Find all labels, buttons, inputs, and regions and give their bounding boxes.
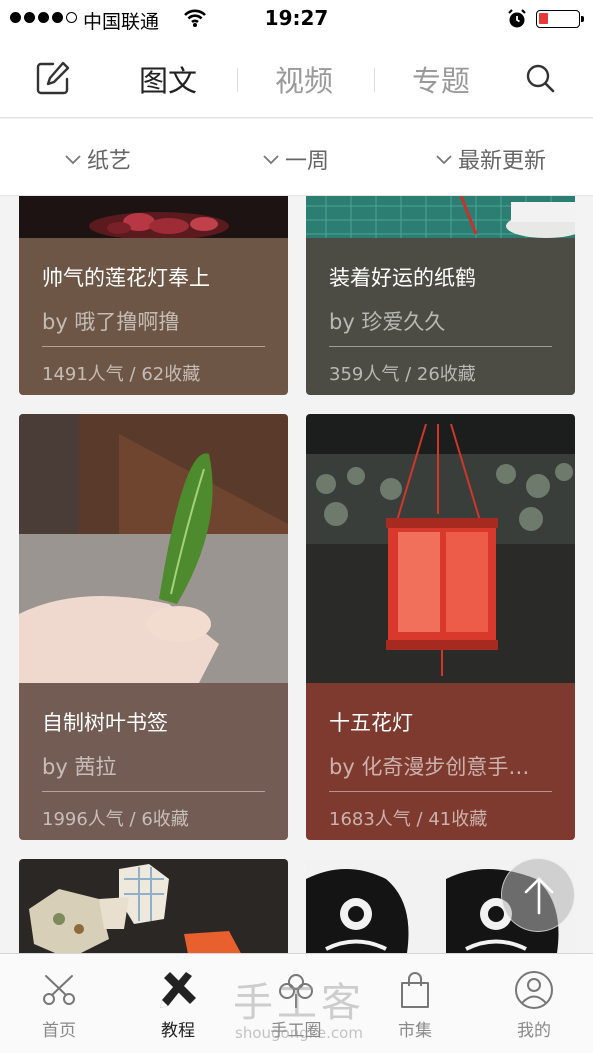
filter-period[interactable]: 一周 xyxy=(261,143,329,175)
card-title: 装着好运的纸鹤 xyxy=(329,266,476,290)
filter-period-label: 一周 xyxy=(285,149,330,174)
card-stats: 1683人气 / 41收藏 xyxy=(329,809,488,830)
scroll-top-button[interactable] xyxy=(501,858,575,932)
tutorial-card[interactable] xyxy=(19,859,288,953)
tabbar-item-tutorials[interactable]: 教程 xyxy=(119,954,237,1053)
card-title: 帅气的莲花灯奉上 xyxy=(42,266,210,290)
card-author: by 茜拉 xyxy=(42,755,117,779)
status-time: 19:27 xyxy=(264,6,329,30)
card-author: by 化奇漫步创意手… xyxy=(329,755,530,779)
card-author: by 珍爱久久 xyxy=(329,310,446,334)
card-photo xyxy=(19,196,288,238)
card-divider xyxy=(329,346,552,347)
tabbar-label: 我的 xyxy=(517,1021,551,1041)
card-divider xyxy=(329,791,552,792)
card-photo xyxy=(19,859,288,953)
pencil-ruler-icon xyxy=(160,972,196,1008)
tab-video[interactable]: 视频 xyxy=(275,58,333,100)
status-bar: 中国联通 19:27 xyxy=(0,0,593,40)
card-info: 装着好运的纸鹤 by 珍爱久久 359人气 / 26收藏 xyxy=(306,238,575,395)
tabbar-label: 教程 xyxy=(161,1021,195,1041)
tab-divider xyxy=(237,68,238,92)
chevron-down-icon xyxy=(65,155,81,165)
tabbar-item-circle[interactable]: 手工圈 xyxy=(237,954,355,1053)
arrow-up-icon xyxy=(524,877,554,915)
scissors-icon xyxy=(43,975,75,1005)
card-info: 帅气的莲花灯奉上 by 哦了撸啊撸 1491人气 / 62收藏 xyxy=(19,238,288,395)
tabbar-item-me[interactable]: 我的 xyxy=(475,954,593,1053)
tabbar-item-home[interactable]: 首页 xyxy=(0,954,118,1053)
tabbar-label: 手工圈 xyxy=(270,1021,322,1041)
tutorial-card[interactable]: 自制树叶书签 by 茜拉 1996人气 / 6收藏 xyxy=(19,414,288,840)
edit-icon[interactable] xyxy=(35,60,71,96)
filter-category[interactable]: 纸艺 xyxy=(63,143,131,175)
shopping-bag-icon xyxy=(401,972,429,1008)
chevron-down-icon xyxy=(263,155,279,165)
tutorial-feed: 帅气的莲花灯奉上 by 哦了撸啊撸 1491人气 / 62收藏 装着好运的纸鹤 … xyxy=(0,196,593,953)
top-nav: 图文 视频 专题 xyxy=(0,40,593,118)
card-info: 十五花灯 by 化奇漫步创意手… 1683人气 / 41收藏 xyxy=(306,683,575,840)
alarm-icon xyxy=(506,8,528,34)
tab-divider xyxy=(374,68,375,92)
tab-topics[interactable]: 专题 xyxy=(412,58,470,100)
tabbar-label: 市集 xyxy=(398,1021,432,1041)
chevron-down-icon xyxy=(436,155,452,165)
filter-bar: 纸艺 一周 最新更新 xyxy=(0,119,593,196)
filter-sort[interactable]: 最新更新 xyxy=(434,143,546,175)
card-author: by 哦了撸啊撸 xyxy=(42,310,180,334)
card-divider xyxy=(42,346,265,347)
card-divider xyxy=(42,791,265,792)
search-icon[interactable] xyxy=(524,62,556,94)
card-title: 十五花灯 xyxy=(329,711,413,735)
user-icon xyxy=(515,971,553,1009)
card-photo xyxy=(306,414,575,683)
tab-tuwen[interactable]: 图文 xyxy=(139,58,197,100)
card-stats: 1996人气 / 6收藏 xyxy=(42,809,189,830)
battery-icon xyxy=(536,10,584,28)
tabbar-item-market[interactable]: 市集 xyxy=(356,954,474,1053)
filter-category-label: 纸艺 xyxy=(87,149,132,174)
flower-icon xyxy=(279,974,313,1008)
card-stats: 359人气 / 26收藏 xyxy=(329,364,476,385)
tabbar-label: 首页 xyxy=(42,1021,76,1041)
filter-sort-label: 最新更新 xyxy=(458,149,547,174)
card-photo xyxy=(306,196,575,238)
card-photo xyxy=(19,414,288,683)
card-stats: 1491人气 / 62收藏 xyxy=(42,364,201,385)
card-info: 自制树叶书签 by 茜拉 1996人气 / 6收藏 xyxy=(19,683,288,840)
bottom-tab-bar: 首页 教程 手工圈 市集 我的 xyxy=(0,953,593,1053)
tutorial-card[interactable]: 装着好运的纸鹤 by 珍爱久久 359人气 / 26收藏 xyxy=(306,196,575,395)
tutorial-card[interactable]: 帅气的莲花灯奉上 by 哦了撸啊撸 1491人气 / 62收藏 xyxy=(19,196,288,395)
card-title: 自制树叶书签 xyxy=(42,711,168,735)
tutorial-card[interactable]: 十五花灯 by 化奇漫步创意手… 1683人气 / 41收藏 xyxy=(306,414,575,840)
